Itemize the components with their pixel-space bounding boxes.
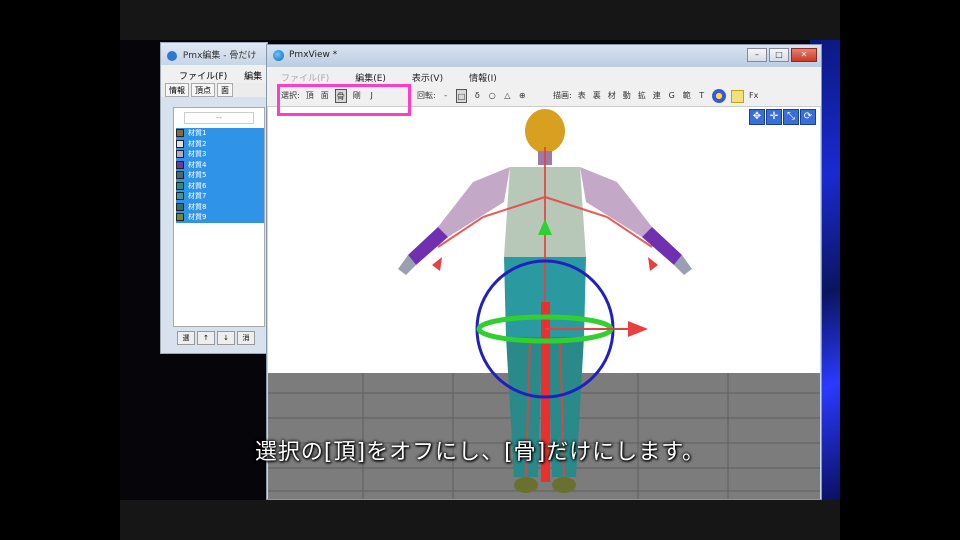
material-color-swatch	[176, 160, 184, 169]
menu-view[interactable]: 表示(V)	[412, 71, 443, 85]
material-color-swatch	[176, 192, 184, 201]
menu-file[interactable]: ファイル(F)	[281, 71, 329, 85]
tab-vertex[interactable]: 頂点	[191, 83, 215, 97]
material-name: 材質1	[188, 129, 207, 138]
material-color-swatch	[176, 129, 184, 138]
pivot-delta-button[interactable]: δ	[472, 89, 482, 103]
move-down-button[interactable]: ↓	[217, 331, 235, 345]
delete-button[interactable]: 消	[237, 331, 255, 345]
editor-titlebar[interactable]: Pmx編集 - 骨だけ	[161, 43, 267, 65]
material-name: 材質4	[188, 160, 207, 169]
window-controls: – □ ✕	[747, 48, 817, 62]
material-name: 材質5	[188, 171, 207, 180]
tab-face[interactable]: 面	[217, 83, 233, 97]
maximize-button[interactable]: □	[769, 48, 789, 62]
editor-title: Pmx編集 - 骨だけ	[182, 51, 257, 61]
video-subtitle: 選択の[頂]をオフにし、[骨]だけにします。	[254, 440, 706, 465]
material-color-swatch	[176, 213, 184, 222]
model-right-foot	[552, 477, 576, 493]
menu-file[interactable]: ファイル(F)	[179, 72, 227, 82]
pivot-group: 回転: - □ δ ○ △ ⊕	[417, 89, 527, 103]
display-group: 描画: 表 裏 材 動 拡 連 G 範 T Fx	[553, 89, 759, 103]
display-back-toggle[interactable]: 裏	[592, 89, 602, 103]
material-color-swatch	[176, 139, 184, 148]
list-item[interactable]: 材質3	[176, 149, 264, 160]
list-filter-dropdown[interactable]: --	[184, 112, 254, 124]
display-front-toggle[interactable]: 表	[577, 89, 587, 103]
list-item[interactable]: 材質8	[176, 201, 264, 212]
material-name: 材質9	[188, 213, 207, 222]
material-name: 材質6	[188, 181, 207, 190]
list-item[interactable]: 材質5	[176, 170, 264, 181]
view-menubar: ファイル(F) 編集(E) 表示(V) 情報(I)	[267, 67, 821, 85]
material-color-swatch	[176, 150, 184, 159]
app-icon	[167, 50, 177, 61]
material-list[interactable]: -- 材質1 材質2 材質3 材質4 材質5 材質6 材質7 材質8 材質9	[173, 107, 265, 327]
display-motion-toggle[interactable]: 動	[622, 89, 632, 103]
fx-button[interactable]: Fx	[749, 89, 759, 103]
display-g-toggle[interactable]: G	[667, 89, 677, 103]
pivot-none-button[interactable]: -	[441, 89, 451, 103]
list-item[interactable]: 材質6	[176, 180, 264, 191]
list-item[interactable]: 材質4	[176, 159, 264, 170]
pivot-circle-button[interactable]: ○	[487, 89, 497, 103]
list-buttons: 選 ↑ ↓ 消	[177, 331, 255, 345]
material-color-swatch	[176, 181, 184, 190]
view-titlebar[interactable]: PmxView * – □ ✕	[267, 45, 821, 67]
material-color-swatch	[176, 202, 184, 211]
display-label: 描画:	[553, 91, 572, 100]
material-name: 材質8	[188, 202, 207, 211]
display-material-toggle[interactable]: 材	[607, 89, 617, 103]
material-name: 材質2	[188, 139, 207, 148]
close-button[interactable]: ✕	[791, 48, 817, 62]
list-item[interactable]: 材質9	[176, 212, 264, 223]
menu-edit[interactable]: 編集	[244, 72, 262, 82]
menu-info[interactable]: 情報(I)	[469, 71, 497, 85]
model-left-foot	[514, 477, 538, 493]
pivot-triangle-button[interactable]: △	[502, 89, 512, 103]
bottom-bar	[120, 500, 840, 540]
grid-icon[interactable]	[730, 89, 744, 103]
window-title: PmxView *	[289, 50, 338, 60]
model-right-forearm	[642, 227, 682, 265]
display-scale-toggle[interactable]: 拡	[637, 89, 647, 103]
move-up-button[interactable]: ↑	[197, 331, 215, 345]
display-range-toggle[interactable]: 範	[682, 89, 692, 103]
select-button[interactable]: 選	[177, 331, 195, 345]
display-t-toggle[interactable]: T	[697, 89, 707, 103]
model-head	[525, 109, 565, 153]
select-toolbar-highlight	[277, 84, 411, 116]
material-list-rows: 材質1 材質2 材質3 材質4 材質5 材質6 材質7 材質8 材質9	[174, 128, 264, 223]
menu-edit[interactable]: 編集(E)	[355, 71, 386, 85]
pivot-cross-button[interactable]: ⊕	[517, 89, 527, 103]
material-color-swatch	[176, 171, 184, 180]
list-item[interactable]: 材質7	[176, 191, 264, 202]
top-bar	[120, 0, 840, 40]
model-left-forearm	[408, 227, 448, 265]
editor-menubar: ファイル(F) 編集	[161, 65, 267, 83]
list-item[interactable]: 材質1	[176, 128, 264, 139]
pmx-editor-window[interactable]: Pmx編集 - 骨だけ ファイル(F) 編集 情報 頂点 面 -- 材質1 材質2…	[160, 42, 268, 354]
model-left-upper-arm	[438, 167, 510, 237]
pmxview-app-icon	[273, 50, 284, 61]
minimize-button[interactable]: –	[747, 48, 767, 62]
material-name: 材質7	[188, 192, 207, 201]
tab-info[interactable]: 情報	[165, 83, 189, 97]
video-frame: Pmx編集 - 骨だけ ファイル(F) 編集 情報 頂点 面 -- 材質1 材質2…	[0, 0, 960, 540]
pivot-box-button[interactable]: □	[455, 89, 468, 103]
list-item[interactable]: 材質2	[176, 138, 264, 149]
model-right-upper-arm	[580, 167, 652, 237]
gizmo-x-arrow	[628, 321, 648, 337]
material-name: 材質3	[188, 150, 207, 159]
editor-tabs: 情報 頂点 面	[161, 83, 267, 97]
pivot-label: 回転:	[417, 91, 436, 100]
light-icon[interactable]	[711, 89, 726, 103]
display-link-toggle[interactable]: 連	[652, 89, 662, 103]
